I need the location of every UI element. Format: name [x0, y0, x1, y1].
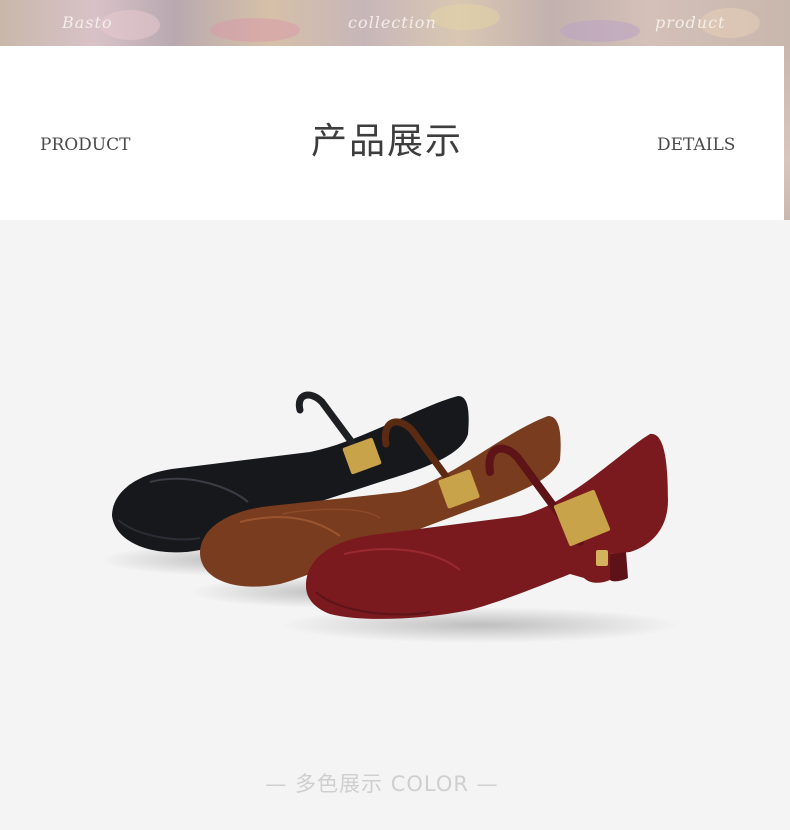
header-right-word: DETAILS: [657, 135, 736, 155]
banner-texture: [430, 4, 500, 30]
top-banner: Basto collection product: [0, 0, 790, 46]
banner-left-text: Basto: [62, 13, 113, 32]
banner-right-text: product: [655, 13, 726, 32]
color-caption: — 多色展示 COLOR —: [265, 772, 499, 796]
product-showcase: — 多色展示 COLOR —: [0, 220, 790, 830]
shoes-illustration: [100, 391, 680, 643]
banner-texture: [210, 18, 300, 42]
banner-center-text: collection: [348, 13, 437, 32]
section-header: PRODUCT 产品展示 DETAILS: [0, 46, 784, 220]
buckle-icon: [596, 550, 608, 566]
banner-texture: [560, 20, 640, 42]
